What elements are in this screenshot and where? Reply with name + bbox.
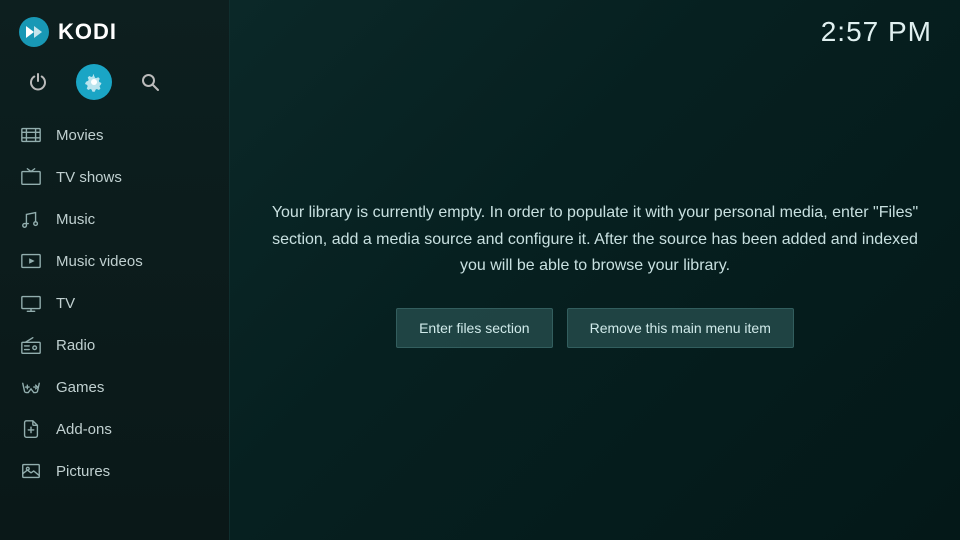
radio-icon — [20, 334, 42, 356]
pictures-icon — [20, 460, 42, 482]
games-icon — [20, 376, 42, 398]
add-ons-icon — [20, 418, 42, 440]
sidebar-item-games-label: Games — [56, 379, 104, 396]
tv-icon — [20, 292, 42, 314]
sidebar: KODI — [0, 0, 230, 540]
sidebar-item-radio[interactable]: Radio — [0, 324, 229, 366]
sidebar-item-tv-shows-label: TV shows — [56, 169, 122, 186]
power-icon — [28, 72, 48, 92]
sidebar-item-add-ons-label: Add-ons — [56, 421, 112, 438]
sidebar-item-movies[interactable]: Movies — [0, 114, 229, 156]
sidebar-item-music-label: Music — [56, 211, 95, 228]
sidebar-item-music[interactable]: Music — [0, 198, 229, 240]
sidebar-item-radio-label: Radio — [56, 337, 95, 354]
action-buttons-group: Enter files section Remove this main men… — [270, 308, 920, 348]
power-button[interactable] — [20, 64, 56, 100]
remove-menu-item-button[interactable]: Remove this main menu item — [567, 308, 794, 348]
sidebar-item-tv-shows[interactable]: TV shows — [0, 156, 229, 198]
tv-shows-icon — [20, 166, 42, 188]
sidebar-item-movies-label: Movies — [56, 127, 104, 144]
search-icon — [140, 72, 160, 92]
enter-files-section-button[interactable]: Enter files section — [396, 308, 553, 348]
kodi-wordmark: KODI — [58, 19, 117, 45]
settings-icon — [84, 72, 104, 92]
settings-button[interactable] — [76, 64, 112, 100]
nav-list: Movies TV shows Music Music videos — [0, 114, 229, 540]
top-bar: 2:57 PM — [230, 0, 960, 48]
sidebar-item-tv-label: TV — [56, 295, 75, 312]
main-content: 2:57 PM Your library is currently empty.… — [230, 0, 960, 540]
sidebar-item-tv[interactable]: TV — [0, 282, 229, 324]
sidebar-item-music-videos-label: Music videos — [56, 253, 143, 270]
sidebar-item-pictures[interactable]: Pictures — [0, 450, 229, 492]
search-button[interactable] — [132, 64, 168, 100]
top-icons-bar — [0, 62, 229, 114]
music-videos-icon — [20, 250, 42, 272]
sidebar-item-add-ons[interactable]: Add-ons — [0, 408, 229, 450]
clock-display: 2:57 PM — [821, 16, 932, 48]
sidebar-header: KODI — [0, 0, 229, 62]
sidebar-item-pictures-label: Pictures — [56, 463, 110, 480]
kodi-logo-icon — [18, 16, 50, 48]
movies-icon — [20, 124, 42, 146]
center-area: Your library is currently empty. In orde… — [230, 48, 960, 540]
empty-library-message: Your library is currently empty. In orde… — [270, 200, 920, 279]
sidebar-item-music-videos[interactable]: Music videos — [0, 240, 229, 282]
sidebar-item-games[interactable]: Games — [0, 366, 229, 408]
music-icon — [20, 208, 42, 230]
empty-library-message-box: Your library is currently empty. In orde… — [270, 200, 920, 347]
